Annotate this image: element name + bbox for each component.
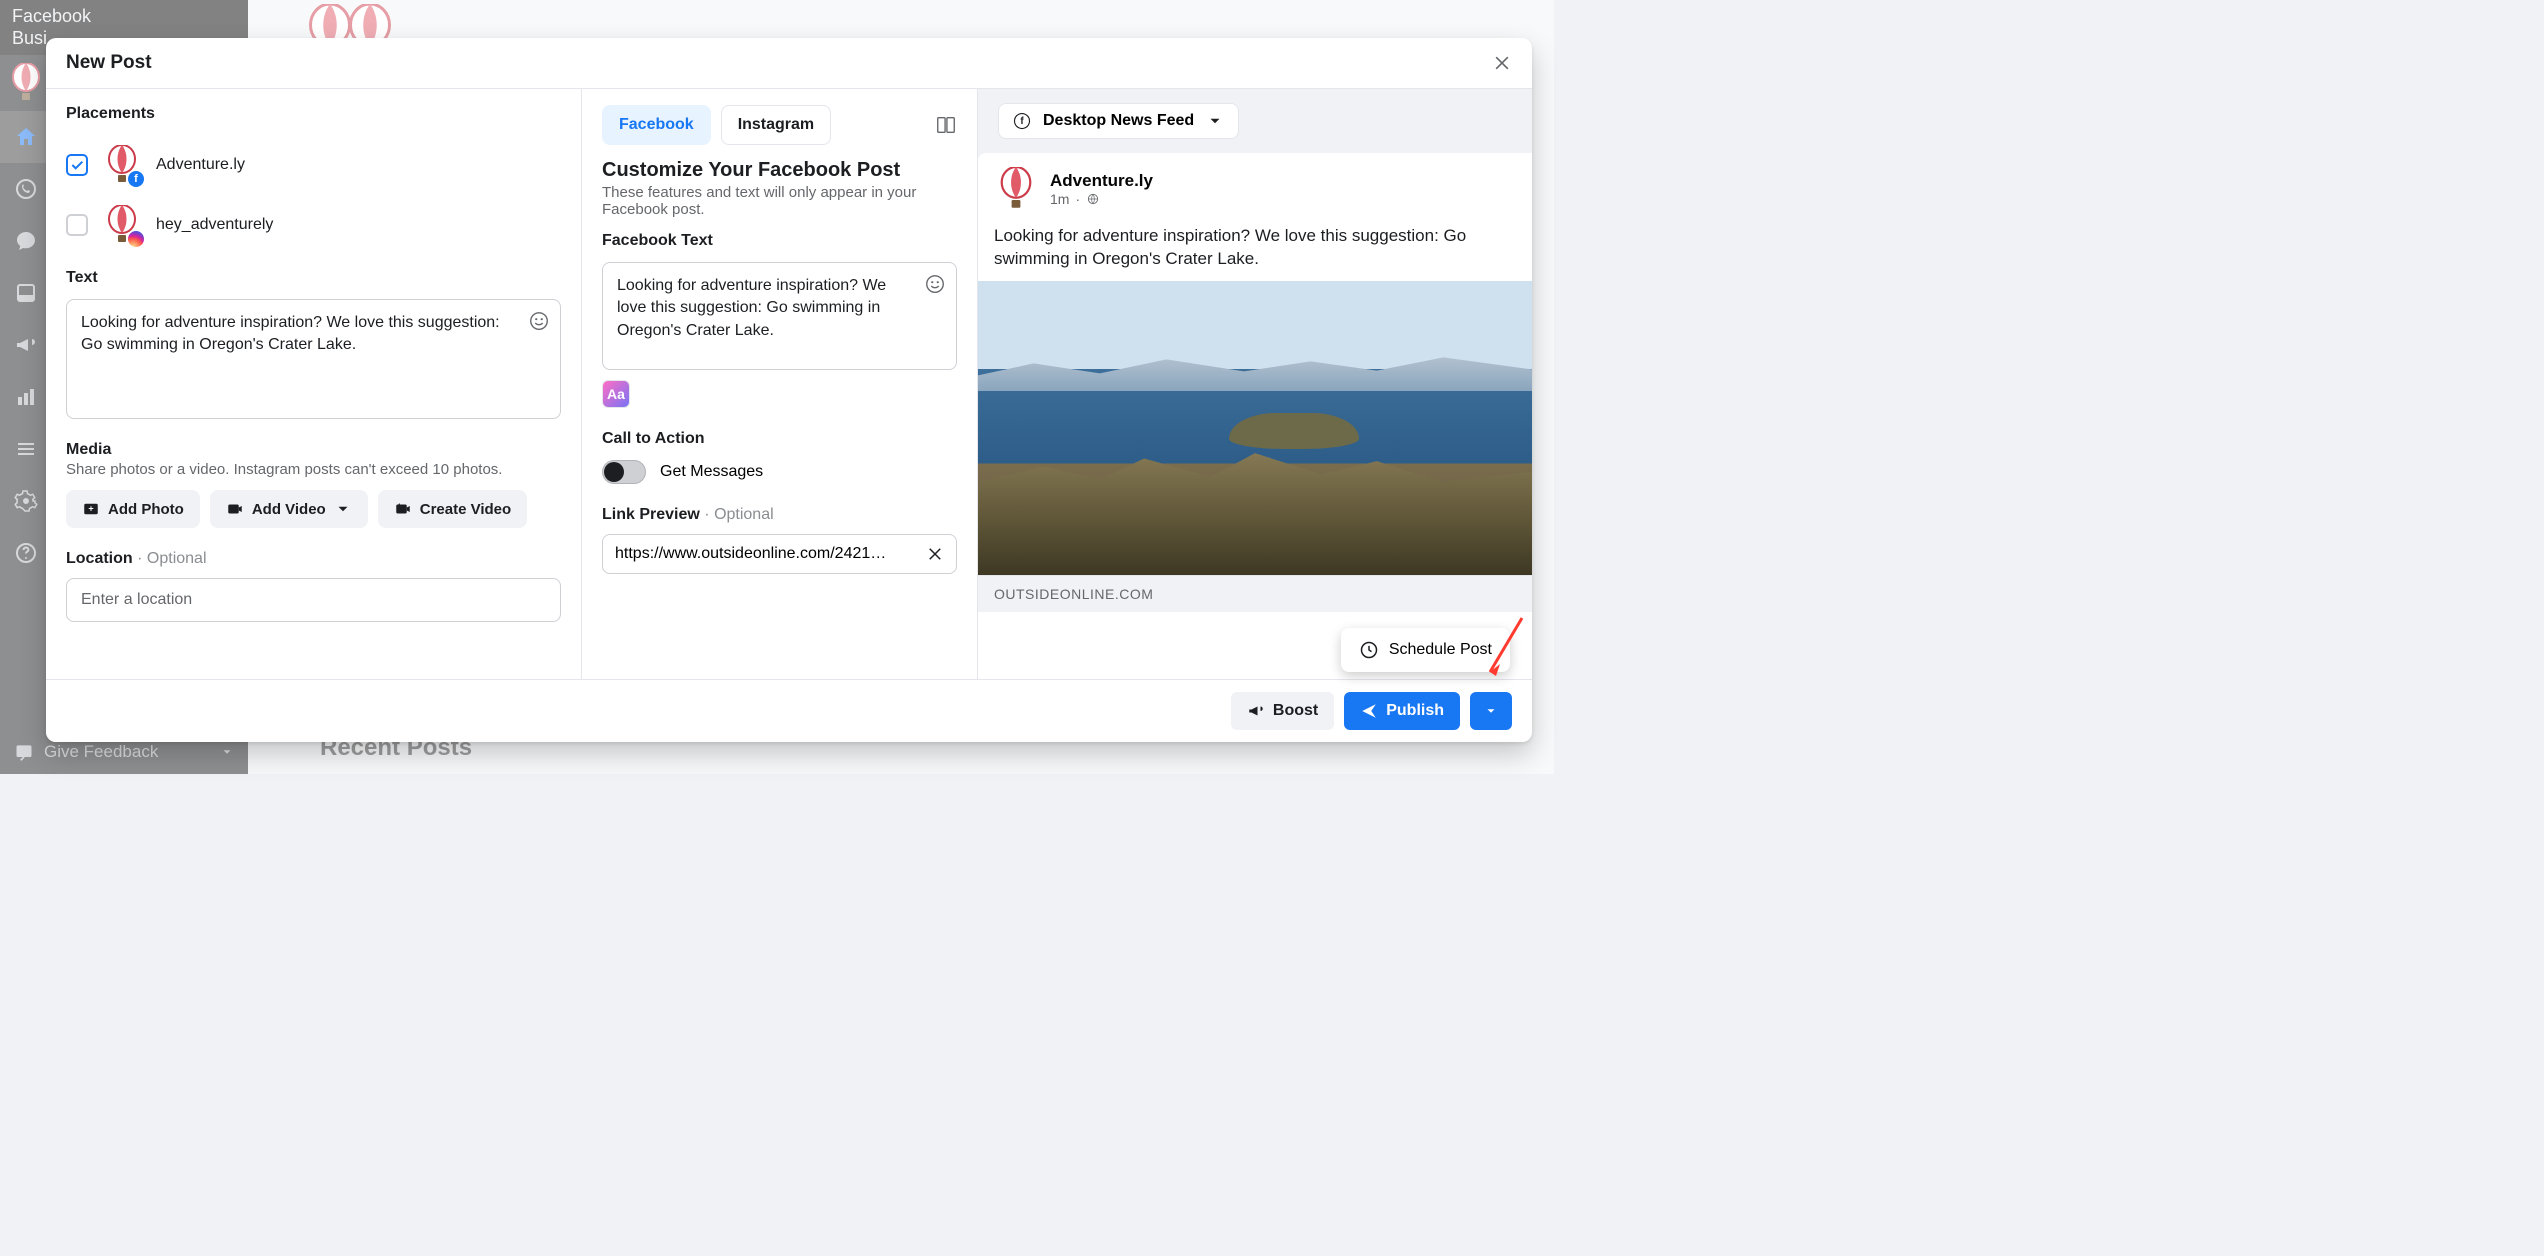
customize-heading: Customize Your Facebook Post xyxy=(602,159,957,182)
emoji-icon[interactable] xyxy=(924,273,946,295)
megaphone-icon xyxy=(1247,702,1265,720)
publish-button[interactable]: Publish xyxy=(1344,692,1460,730)
publish-dropdown-button[interactable] xyxy=(1470,692,1512,730)
cta-row: Get Messages xyxy=(602,460,957,484)
location-input[interactable]: Enter a location xyxy=(66,578,561,622)
customize-column: Facebook Instagram Customize Your Facebo… xyxy=(582,89,978,679)
svg-text:f: f xyxy=(1020,116,1024,127)
preview-column: f Desktop News Feed Adventure.ly 1m · xyxy=(978,89,1532,679)
add-photo-button[interactable]: + Add Photo xyxy=(66,490,200,528)
get-messages-toggle[interactable] xyxy=(602,460,646,484)
facebook-badge-icon: f xyxy=(128,171,144,187)
customize-hint: These features and text will only appear… xyxy=(602,184,957,218)
post-preview-text: Looking for adventure inspiration? We lo… xyxy=(978,225,1532,281)
svg-text:+: + xyxy=(88,503,93,513)
placement-row-facebook[interactable]: f Adventure.ly xyxy=(66,135,561,195)
fb-text-value: Looking for adventure inspiration? We lo… xyxy=(617,277,886,339)
video-sparkle-icon xyxy=(394,500,412,518)
tab-instagram[interactable]: Instagram xyxy=(721,105,831,145)
feed-selector[interactable]: f Desktop News Feed xyxy=(998,103,1239,139)
media-buttons: + Add Photo Add Video Create Video xyxy=(66,490,561,528)
chevron-down-icon xyxy=(334,500,352,518)
schedule-post-popover[interactable]: Schedule Post xyxy=(1341,628,1510,672)
media-label: Media xyxy=(66,441,561,459)
add-video-button[interactable]: Add Video xyxy=(210,490,368,528)
new-post-modal: New Post Placements f Adventure.ly xyxy=(46,38,1532,742)
send-icon xyxy=(1360,702,1378,720)
modal-title: New Post xyxy=(66,52,152,74)
compose-column: Placements f Adventure.ly hey_adventurel… xyxy=(46,89,582,679)
placement-name: hey_adventurely xyxy=(156,216,273,234)
preview-controls: f Desktop News Feed xyxy=(978,89,1532,153)
placement-row-instagram[interactable]: hey_adventurely xyxy=(66,195,561,255)
close-button[interactable] xyxy=(1492,53,1512,73)
modal-body: Placements f Adventure.ly hey_adventurel… xyxy=(46,89,1532,679)
facebook-circle-icon: f xyxy=(1013,112,1031,130)
modal-footer: Schedule Post Boost Publish xyxy=(46,679,1532,742)
modal-header: New Post xyxy=(46,38,1532,89)
fb-text-label: Facebook Text xyxy=(602,232,957,250)
post-text-input[interactable]: Looking for adventure inspiration? We lo… xyxy=(66,299,561,419)
post-text-value: Looking for adventure inspiration? We lo… xyxy=(81,314,500,353)
checkbox-icon[interactable] xyxy=(66,214,88,236)
post-preview-card: Adventure.ly 1m · Looking for adventure … xyxy=(978,153,1532,679)
instagram-badge-icon xyxy=(128,231,144,247)
video-icon xyxy=(226,500,244,518)
account-avatar xyxy=(102,205,142,245)
post-meta: 1m · xyxy=(1050,191,1153,207)
globe-icon xyxy=(1086,192,1100,206)
tabs-row: Facebook Instagram xyxy=(602,105,957,145)
chevron-down-icon xyxy=(1206,112,1224,130)
clock-icon xyxy=(1359,640,1379,660)
text-label: Text xyxy=(66,269,561,287)
create-video-button[interactable]: Create Video xyxy=(378,490,527,528)
media-hint: Share photos or a video. Instagram posts… xyxy=(66,461,561,478)
photo-plus-icon: + xyxy=(82,500,100,518)
account-avatar: f xyxy=(102,145,142,185)
chevron-down-icon xyxy=(1484,704,1498,718)
cta-toggle-label: Get Messages xyxy=(660,463,763,481)
placement-name: Adventure.ly xyxy=(156,156,245,174)
clear-link-icon[interactable] xyxy=(926,545,944,563)
link-url-display: https://www.outsideonline.com/2421… xyxy=(615,545,886,563)
link-preview-input[interactable]: https://www.outsideonline.com/2421… xyxy=(602,534,957,574)
placements-label: Placements xyxy=(66,105,561,123)
post-header: Adventure.ly 1m · xyxy=(978,153,1532,225)
facebook-text-input[interactable]: Looking for adventure inspiration? We lo… xyxy=(602,262,957,370)
text-background-button[interactable]: Aa xyxy=(602,380,630,408)
post-avatar xyxy=(994,167,1038,211)
post-preview-image xyxy=(978,281,1532,575)
cta-label: Call to Action xyxy=(602,430,957,448)
compare-layout-icon[interactable] xyxy=(935,114,957,136)
location-label: Location · Optional xyxy=(66,550,561,568)
link-domain-text: OUTSIDEONLINE.COM xyxy=(978,575,1532,612)
post-page-name: Adventure.ly xyxy=(1050,171,1153,191)
emoji-icon[interactable] xyxy=(528,310,550,332)
boost-button[interactable]: Boost xyxy=(1231,692,1334,730)
link-preview-label: Link Preview · Optional xyxy=(602,506,957,524)
tab-facebook[interactable]: Facebook xyxy=(602,105,711,145)
checkbox-icon[interactable] xyxy=(66,154,88,176)
